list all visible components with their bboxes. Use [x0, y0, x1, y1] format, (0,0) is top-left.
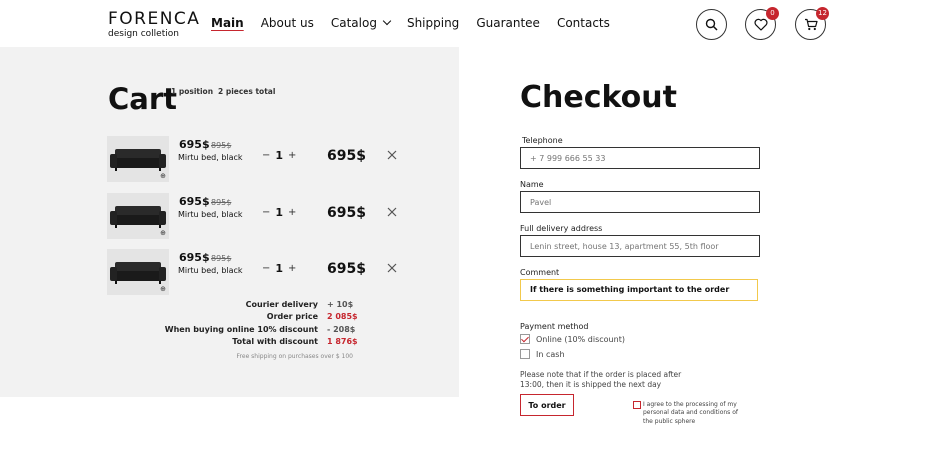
cart-count-badge: 12 [816, 7, 829, 20]
product-image[interactable]: ⊕ [107, 249, 169, 295]
consent-text: I agree to the processing of my personal… [643, 401, 738, 425]
comment-label: Comment [520, 268, 560, 277]
checkout-title: Checkout [520, 80, 677, 115]
cart-item: ⊕ 695$ 895$ Mirtu bed, black − 1 + 695$ [107, 249, 407, 295]
main-nav: Main About us Catalog Shipping Guarantee… [211, 16, 627, 30]
item-price: 695$ [179, 138, 210, 151]
consent-checkbox-row[interactable]: I agree to the processing of my personal… [633, 401, 743, 426]
decrease-quantity-button[interactable]: − [262, 263, 270, 274]
cart-pieces-total: 2 pieces total [218, 87, 276, 96]
cart-item: ⊕ 695$ 895$ Mirtu bed, black − 1 + 695$ [107, 136, 407, 182]
payment-method-label: Payment method [520, 322, 589, 331]
summary-value: 2 085$ [327, 312, 358, 321]
consent-checkbox[interactable] [633, 401, 641, 409]
nav-main[interactable]: Main [211, 16, 244, 30]
cart-title: Cart [108, 82, 178, 116]
payment-online-label: Online (10% discount) [536, 334, 625, 344]
payment-cash-option[interactable]: In cash [520, 349, 565, 359]
logo[interactable]: FORENCA design colletion [108, 10, 200, 39]
item-line-total: 695$ [327, 205, 366, 221]
checkbox-checked[interactable] [520, 334, 530, 344]
remove-item-icon[interactable] [386, 262, 398, 274]
increase-quantity-button[interactable]: + [288, 263, 296, 274]
nav-guarantee[interactable]: Guarantee [476, 16, 540, 30]
summary-online-discount: When buying online 10% discount - 208$ [0, 325, 356, 337]
comment-field[interactable]: If there is something important to the o… [520, 279, 758, 301]
payment-online-option[interactable]: Online (10% discount) [520, 334, 625, 344]
zoom-icon[interactable]: ⊕ [160, 230, 166, 237]
item-quantity: 1 [275, 262, 284, 275]
zoom-icon[interactable]: ⊕ [160, 173, 166, 180]
decrease-quantity-button[interactable]: − [262, 207, 270, 218]
summary-value: + 10$ [327, 300, 354, 309]
telephone-field[interactable] [520, 147, 760, 169]
payment-cash-label: In cash [536, 349, 565, 359]
item-price: 695$ [179, 251, 210, 264]
item-line-total: 695$ [327, 148, 366, 164]
summary-label: Total with discount [232, 337, 318, 346]
cart-positions-count: 1 position [171, 87, 214, 96]
remove-item-icon[interactable] [386, 206, 398, 218]
summary-courier-delivery: Courier delivery + 10$ [0, 300, 355, 312]
wishlist-button[interactable]: 0 [745, 7, 779, 40]
nav-contacts[interactable]: Contacts [557, 16, 610, 30]
quantity-stepper: − 1 + [262, 149, 296, 162]
shipping-time-note: Please note that if the order is placed … [520, 370, 682, 389]
item-line-total: 695$ [327, 261, 366, 277]
increase-quantity-button[interactable]: + [288, 207, 296, 218]
checkbox[interactable] [520, 349, 530, 359]
to-order-button[interactable]: To order [520, 394, 574, 416]
summary-total-with-discount: Total with discount 1 876$ [0, 337, 358, 349]
telephone-label: Telephone [522, 136, 563, 145]
cart-item: ⊕ 695$ 895$ Mirtu bed, black − 1 + 695$ [107, 193, 407, 239]
nav-about-us[interactable]: About us [261, 16, 314, 30]
wishlist-count-badge: 0 [766, 7, 779, 20]
nav-catalog[interactable]: Catalog [330, 16, 392, 30]
nav-catalog-label: Catalog [330, 16, 377, 30]
item-price: 695$ [179, 195, 210, 208]
quantity-stepper: − 1 + [262, 262, 296, 275]
item-old-price: 895$ [211, 141, 232, 150]
item-old-price: 895$ [211, 254, 232, 263]
logo-name: FORENCA [108, 9, 201, 29]
item-name[interactable]: Mirtu bed, black [178, 266, 243, 275]
product-image[interactable]: ⊕ [107, 136, 169, 182]
address-label: Full delivery address [520, 224, 603, 233]
summary-label: Courier delivery [245, 300, 318, 309]
header: FORENCA design colletion Main About us C… [0, 0, 935, 47]
page: FORENCA design colletion Main About us C… [0, 0, 935, 473]
heart-icon [754, 18, 767, 31]
increase-quantity-button[interactable]: + [288, 150, 296, 161]
nav-shipping[interactable]: Shipping [407, 16, 459, 30]
item-name[interactable]: Mirtu bed, black [178, 210, 243, 219]
remove-item-icon[interactable] [386, 149, 398, 161]
chevron-down-icon [382, 16, 392, 26]
item-old-price: 895$ [211, 198, 232, 207]
search-icon [705, 18, 718, 31]
shopping-cart-icon [804, 18, 818, 31]
item-quantity: 1 [275, 206, 284, 219]
name-field[interactable] [520, 191, 760, 213]
summary-order-price: Order price 2 085$ [0, 312, 358, 324]
zoom-icon[interactable]: ⊕ [160, 286, 166, 293]
summary-value: - 208$ [327, 325, 356, 334]
cart-button[interactable]: 12 [795, 7, 829, 40]
item-quantity: 1 [275, 149, 284, 162]
name-label: Name [520, 180, 544, 189]
item-name[interactable]: Mirtu bed, black [178, 153, 243, 162]
summary-label: When buying online 10% discount [164, 325, 318, 334]
quantity-stepper: − 1 + [262, 206, 296, 219]
decrease-quantity-button[interactable]: − [262, 150, 270, 161]
search-button[interactable] [696, 9, 727, 40]
product-image[interactable]: ⊕ [107, 193, 169, 239]
logo-tagline: design colletion [108, 29, 179, 39]
summary-value: 1 876$ [327, 337, 358, 346]
free-shipping-note: Free shipping on purchases over $ 100 [236, 353, 353, 360]
address-field[interactable] [520, 235, 760, 257]
summary-label: Order price [266, 312, 318, 321]
